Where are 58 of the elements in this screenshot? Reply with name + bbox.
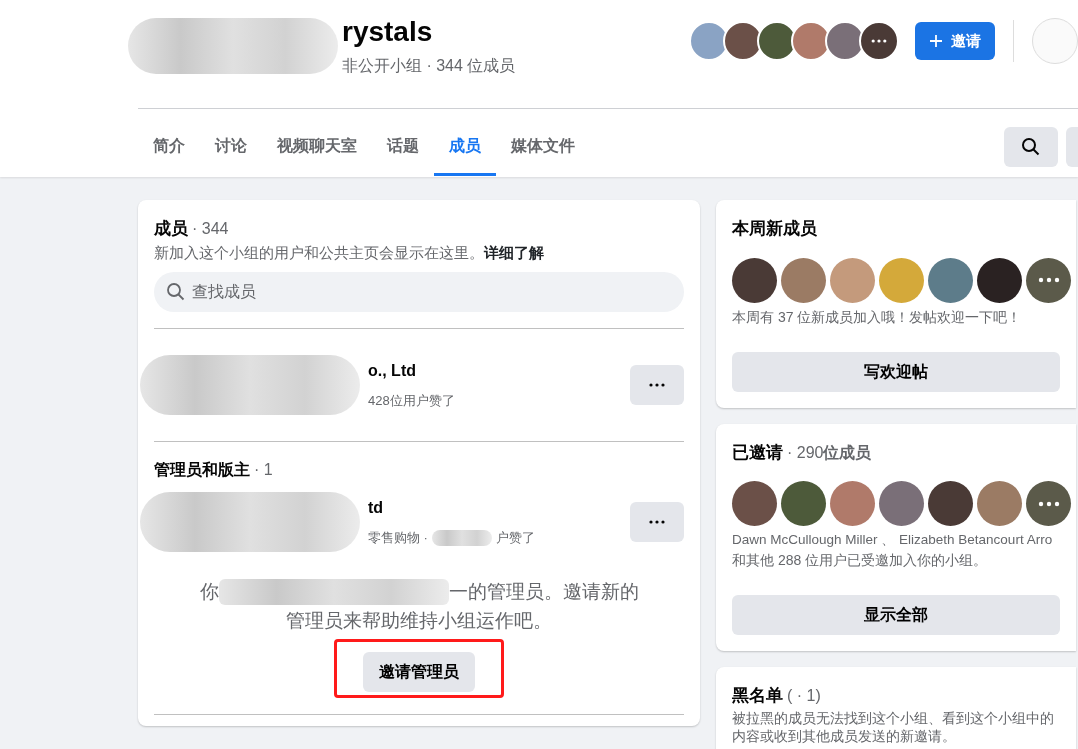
invite-button[interactable]: 邀请 [915, 21, 995, 61]
section-title: 成员 [154, 219, 188, 238]
search-icon [1021, 137, 1041, 157]
avatar-photo [879, 257, 924, 303]
avatar-photo [977, 257, 1022, 303]
more-icon [649, 520, 665, 524]
invited-names: Dawn McCullough Miller 、 Elizabeth Betancourt Arro [732, 531, 1053, 549]
tab[interactable]: 视频聊天室 [262, 118, 372, 176]
avatar-photo [732, 481, 777, 526]
group-title: rystals [342, 18, 434, 46]
tab[interactable]: 成员 [434, 118, 496, 176]
avatar-photo [781, 257, 826, 303]
member-meta: 户赞了 [495, 529, 535, 548]
card-text: 本周有 37 位新成员加入哦！发帖欢迎一下吧！ [732, 307, 1023, 327]
card-text: 内容或收到其他成员发送的新邀请。 [732, 726, 957, 746]
search-icon [166, 282, 186, 302]
tab[interactable]: 媒体文件 [496, 118, 590, 176]
avatar-photo [830, 481, 875, 526]
avatar-photo [928, 257, 973, 303]
tab[interactable]: 简介 [138, 118, 200, 176]
search-field[interactable]: 查找成员 [154, 272, 684, 312]
more-icon [649, 383, 665, 387]
member-meta: 428位用户赞了 [368, 392, 455, 411]
admin-note-text: 管理员来帮助维持小组运作吧。 [286, 608, 552, 633]
more-members-avatar[interactable] [1026, 481, 1071, 526]
card-title: 已邀请 [732, 442, 783, 462]
member-meta: 零售购物 · [368, 529, 428, 548]
avatar-photo [781, 481, 826, 526]
member-name: o., Ltd [368, 361, 417, 382]
learn-more-link[interactable]: 详细了解 [484, 241, 544, 264]
group-subtitle: 非公开小组 · 344 位成员 [342, 56, 516, 76]
show-all-button[interactable]: 显示全部 [732, 595, 1060, 636]
member-count: · 344 [192, 220, 229, 237]
section-title: 管理员和版主 [154, 461, 250, 478]
more-members-avatar[interactable] [1026, 257, 1071, 303]
description-text: 新加入这个小组的用户和公共主页会显示在这里。 [154, 242, 484, 263]
avatar-photo [928, 481, 973, 526]
avatar-photo [977, 481, 1022, 526]
admin-count: · 1 [254, 461, 273, 478]
card-title: 黑名单 [732, 686, 783, 706]
plus-icon [929, 34, 943, 48]
card-text: 被拉黑的成员无法找到这个小组、看到这个小组中的 [732, 708, 1055, 727]
member-name: td [368, 498, 385, 519]
admin-note-text: 一的管理员。邀请新的 [448, 580, 639, 604]
welcome-post-button[interactable]: 写欢迎帖 [732, 351, 1060, 392]
invite-admin-button[interactable]: 邀请管理员 [363, 652, 475, 692]
card-title: 本周新成员 [732, 218, 818, 240]
tab[interactable]: 讨论 [200, 118, 262, 176]
blocked-count: ( · 1) [787, 687, 821, 705]
avatar-photo [879, 481, 924, 526]
blurred-region [431, 530, 492, 546]
admin-note-text: 你 [199, 580, 219, 604]
tab[interactable]: 话题 [372, 118, 434, 176]
avatar-photo [732, 257, 777, 303]
search-button[interactable] [1004, 127, 1058, 167]
avatar-photo [830, 257, 875, 303]
card-text: 和其他 288 位用户已受邀加入你的小组。 [732, 551, 989, 571]
invited-count: · 290位成员 [787, 443, 872, 461]
